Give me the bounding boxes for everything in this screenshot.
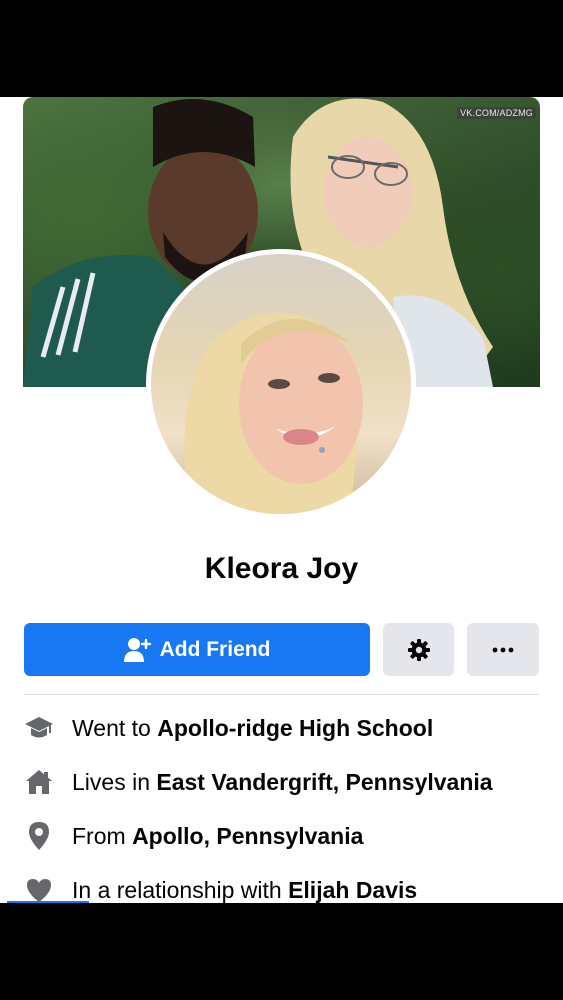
add-friend-label: Add Friend — [159, 637, 271, 661]
add-friend-button[interactable]: Add Friend — [24, 623, 370, 676]
more-dots-icon — [492, 647, 514, 653]
profile-picture[interactable] — [146, 249, 416, 519]
cover-watermark: VK.COM/ADZMG — [457, 107, 536, 119]
detail-education[interactable]: Went to Apollo-ridge High School — [24, 710, 554, 746]
graduation-cap-icon — [24, 713, 54, 743]
detail-hometown[interactable]: From Apollo, Pennsylvania — [24, 818, 554, 854]
detail-relationship[interactable]: In a relationship with Elijah Davis — [24, 872, 554, 903]
detail-education-prefix: Went to — [72, 714, 151, 741]
gear-icon — [407, 638, 431, 662]
profile-picture-image — [151, 254, 411, 514]
detail-current-city-value[interactable]: East Vandergrift, Pennsylvania — [156, 769, 492, 796]
scroll-indicator — [7, 901, 89, 903]
detail-hometown-value[interactable]: Apollo, Pennsylvania — [132, 823, 363, 850]
divider — [24, 694, 539, 695]
profile-screen: VK.COM/ADZMG Kleora Joy Add Friend Went … — [0, 97, 563, 903]
location-pin-icon — [24, 821, 54, 851]
home-icon — [24, 767, 54, 797]
detail-relationship-prefix: In a relationship with — [72, 876, 282, 903]
detail-hometown-prefix: From — [72, 822, 126, 849]
profile-name: Kleora Joy — [204, 552, 359, 585]
detail-relationship-value[interactable]: Elijah Davis — [288, 877, 417, 904]
more-options-button[interactable] — [467, 623, 539, 676]
detail-current-city-prefix: Lives in — [72, 768, 150, 795]
heart-icon — [24, 875, 54, 903]
profile-picture-photo — [184, 312, 363, 514]
detail-current-city[interactable]: Lives in East Vandergrift, Pennsylvania — [24, 764, 554, 800]
settings-button[interactable] — [383, 623, 454, 676]
add-person-icon — [123, 637, 152, 663]
detail-education-value[interactable]: Apollo-ridge High School — [157, 715, 433, 742]
